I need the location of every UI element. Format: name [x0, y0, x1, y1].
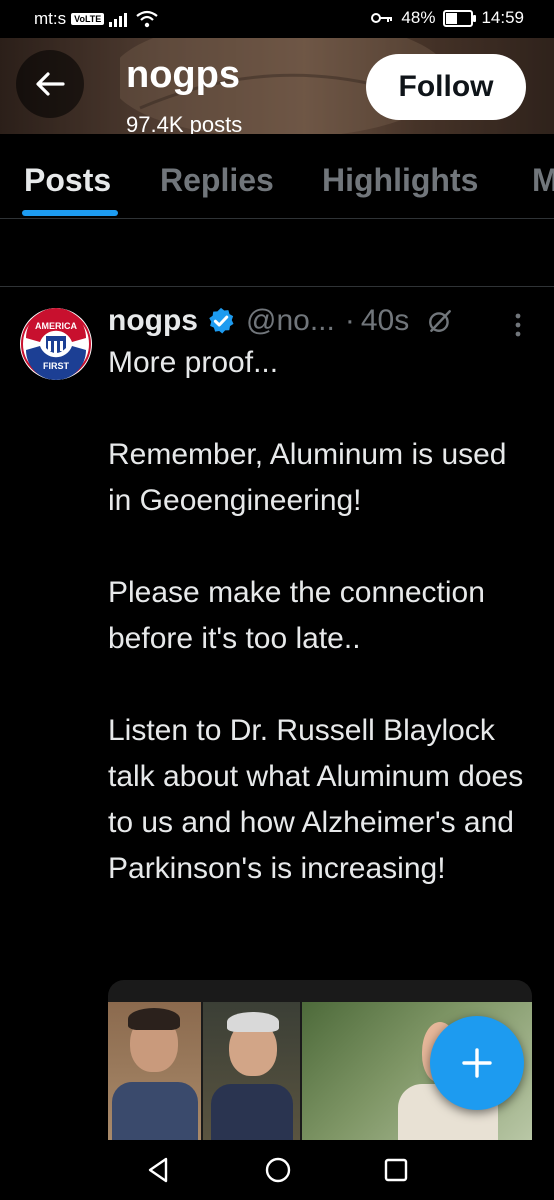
tab-replies[interactable]: Replies — [160, 162, 274, 199]
wifi-icon — [136, 10, 158, 28]
divider — [0, 286, 554, 287]
avatar-text-top: AMERICA — [35, 321, 77, 331]
active-tab-indicator — [22, 210, 118, 216]
system-nav-bar — [0, 1140, 554, 1200]
video-panel-left — [108, 1002, 201, 1140]
america-first-logo: AMERICA FIRST — [21, 308, 91, 380]
person-hair-1 — [128, 1008, 180, 1030]
profile-tabs: Posts Replies Highlights M — [0, 134, 554, 219]
key-icon — [371, 13, 393, 23]
clock: 14:59 — [481, 8, 524, 27]
posts-count: 97.4K posts — [126, 112, 243, 134]
status-bar: mt:s VoLTE 48% 14:59 — [0, 0, 554, 38]
status-right: 48% 14:59 — [371, 8, 524, 28]
carrier-label: mt:s — [34, 9, 67, 28]
avatar[interactable]: AMERICA FIRST — [20, 308, 92, 380]
profile-name: nogps — [126, 54, 240, 96]
avatar-text-bottom: FIRST — [43, 361, 70, 371]
nav-home-icon[interactable] — [262, 1154, 294, 1186]
tab-more[interactable]: M — [532, 162, 554, 199]
video-panel-middle — [203, 1002, 300, 1140]
plus-icon — [462, 1048, 492, 1078]
battery-icon — [443, 9, 477, 27]
tweet-text: More proof... Remember, Aluminum is used… — [108, 346, 524, 885]
tab-posts[interactable]: Posts — [24, 162, 111, 199]
compose-post-button[interactable] — [430, 1016, 524, 1110]
back-button[interactable] — [16, 50, 84, 118]
verified-badge-icon — [209, 307, 234, 334]
more-options-icon[interactable] — [512, 312, 524, 338]
tweet-time[interactable]: 40s — [361, 304, 409, 338]
tweet-author-name[interactable]: nogps — [108, 304, 198, 338]
grok-icon[interactable] — [427, 308, 453, 334]
signal-icon — [109, 13, 128, 27]
person-suit-2 — [211, 1084, 293, 1140]
nav-back-icon[interactable] — [142, 1154, 174, 1186]
battery-percent: 48% — [401, 8, 436, 27]
tweet-handle[interactable]: @no... — [246, 304, 335, 338]
tab-highlights[interactable]: Highlights — [322, 162, 478, 199]
nav-recents-icon[interactable] — [380, 1154, 412, 1186]
tweet-header: nogps @no... · 40s — [108, 304, 453, 338]
follow-button[interactable]: Follow — [366, 54, 526, 120]
status-left: mt:s VoLTE — [34, 9, 158, 29]
separator-dot: · — [344, 304, 355, 337]
person-hair-2 — [227, 1012, 279, 1032]
person-suit-1 — [112, 1082, 198, 1140]
volte-badge: VoLTE — [71, 13, 105, 25]
arrow-left-icon — [36, 72, 65, 96]
